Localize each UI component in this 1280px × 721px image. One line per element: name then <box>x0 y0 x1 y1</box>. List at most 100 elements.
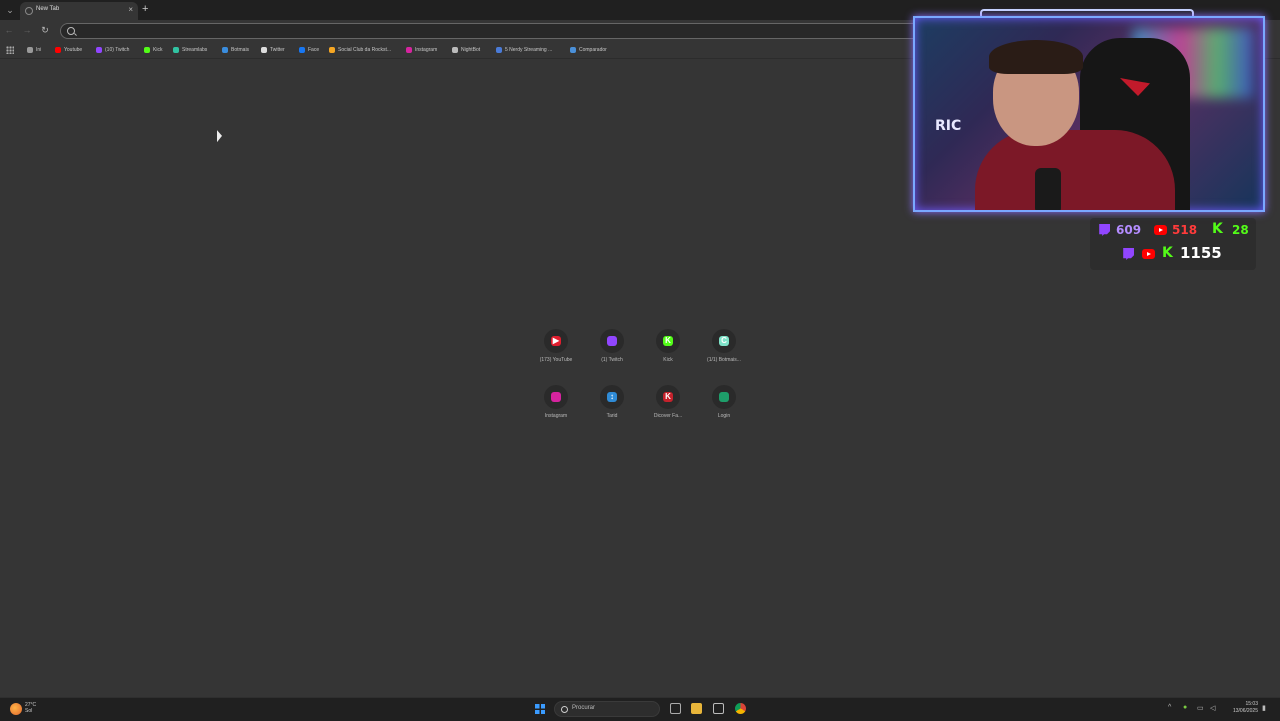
bookmark-item[interactable]: Youtube <box>55 45 82 55</box>
bookmark-label: 5 Nerdy Streaming ... <box>505 47 553 53</box>
stream-viewer-stats: 609 518 K 28 K 1155 <box>1090 218 1256 270</box>
bookmark-label: Social Club da Rockst... <box>338 47 392 53</box>
bookmark-label: Streamlabs <box>182 47 208 53</box>
bookmark-item[interactable]: 5 Nerdy Streaming ... <box>496 45 552 55</box>
shortcut-favicon-icon: C <box>719 336 729 346</box>
youtube-count: 518 <box>1172 223 1198 237</box>
bookmark-label: Botmais <box>231 47 250 53</box>
bookmark-favicon-icon <box>570 47 576 53</box>
shortcut-favicon-icon: ↕ <box>607 392 617 402</box>
bookmark-item[interactable]: Botmais <box>222 45 249 55</box>
close-tab-icon[interactable]: × <box>128 5 133 14</box>
volume-icon[interactable]: ◁ <box>1210 704 1215 712</box>
new-tab-button[interactable]: + <box>142 3 148 15</box>
shortcut-favicon-icon <box>551 392 561 402</box>
bookmark-item[interactable]: Twitter <box>261 45 285 55</box>
shortcut-tile[interactable]: ▶ (173) YouTube <box>528 329 584 379</box>
bookmark-item[interactable]: Social Club da Rockst... <box>329 45 391 55</box>
bookmark-label: (10) Twitch <box>105 47 130 53</box>
shortcut-favicon-icon: K <box>663 392 673 402</box>
kick-count: 28 <box>1232 223 1249 237</box>
bookmark-label: Kick <box>153 47 163 53</box>
shortcut-favicon-icon: ▶ <box>551 336 561 346</box>
shortcut-label: (173) YouTube <box>539 357 573 363</box>
back-icon[interactable]: ← <box>4 25 14 35</box>
shortcut-label: Instagram <box>544 413 568 419</box>
bookmark-item[interactable]: Instagram <box>406 45 437 55</box>
network-icon[interactable]: ▭ <box>1197 704 1204 712</box>
bookmark-label: Ini <box>36 47 42 53</box>
twitch-icon <box>1099 224 1110 236</box>
shortcut-icon-bg: K <box>656 385 680 409</box>
shortcut-tile[interactable]: K Kick <box>640 329 696 379</box>
twitch-total-icon <box>1123 248 1134 260</box>
kick-icon: K <box>1212 221 1223 237</box>
tab-new-tab[interactable]: New Tab × <box>20 2 138 20</box>
windows-start-icon[interactable] <box>535 704 545 714</box>
reload-icon[interactable]: ↻ <box>40 25 50 36</box>
twitch-count: 609 <box>1116 223 1142 237</box>
shortcut-icon-bg: ↕ <box>600 385 624 409</box>
task-view-icon[interactable] <box>670 703 681 714</box>
bookmark-label: NightBot <box>461 47 481 53</box>
bookmark-label: Youtube <box>64 47 83 53</box>
tab-search-icon[interactable]: ⌄ <box>5 5 15 15</box>
address-bar[interactable] <box>60 23 930 39</box>
streamer-body <box>975 130 1175 210</box>
shortcut-label: (1/1) Botmais... <box>707 357 741 363</box>
apps-grid-icon[interactable] <box>6 46 14 54</box>
bookmark-favicon-icon <box>222 47 228 53</box>
webcam-overlay: RIC <box>913 16 1265 212</box>
system-clock[interactable]: 15:03 13/06/2025 <box>1226 701 1258 715</box>
tray-app-icon[interactable]: ● <box>1183 704 1187 711</box>
search-icon <box>67 27 75 35</box>
shortcut-label: (1) Twitch <box>601 357 623 363</box>
bookmark-item[interactable]: NightBot <box>452 45 480 55</box>
taskbar-search-placeholder: Procurar <box>572 705 596 711</box>
shortcut-favicon-icon <box>719 392 729 402</box>
search-icon <box>561 706 568 713</box>
shortcut-tile[interactable]: Login <box>696 385 752 435</box>
new-tab-icon <box>25 7 33 15</box>
shortcut-tile[interactable]: (1) Twitch <box>584 329 640 379</box>
bookmark-favicon-icon <box>96 47 102 53</box>
bookmark-item[interactable]: Ini <box>27 45 41 55</box>
shortcut-tile[interactable]: C (1/1) Botmais... <box>696 329 752 379</box>
bookmark-item[interactable]: (10) Twitch <box>96 45 129 55</box>
microphone <box>1035 168 1061 210</box>
bookmark-favicon-icon <box>55 47 61 53</box>
bookmark-favicon-icon <box>173 47 179 53</box>
clock-date: 13/06/2025 <box>1232 708 1258 714</box>
forward-icon[interactable]: → <box>22 25 32 35</box>
bookmark-favicon-icon <box>261 47 267 53</box>
bookmark-favicon-icon <box>329 47 335 53</box>
shortcut-label: Kick <box>663 357 673 363</box>
file-explorer-icon[interactable] <box>691 703 702 714</box>
shortcut-tile[interactable]: K Dicover Fa... <box>640 385 696 435</box>
weather-icon[interactable] <box>10 703 22 715</box>
shortcut-favicon-icon <box>607 336 617 346</box>
shortcut-tile[interactable]: Instagram <box>528 385 584 435</box>
weather-widget[interactable]: 27°C Sol <box>25 702 36 714</box>
shortcut-tile[interactable]: ↕ Tarid <box>584 385 640 435</box>
bookmark-item[interactable]: Face <box>299 45 319 55</box>
kick-total-icon: K <box>1162 245 1173 261</box>
taskbar-search-box[interactable]: Procurar <box>554 701 660 717</box>
total-viewers: 1155 <box>1180 244 1222 262</box>
tab-title: New Tab <box>36 6 60 12</box>
youtube-total-icon <box>1142 249 1155 259</box>
shortcut-label: Login <box>717 413 731 419</box>
bookmark-item[interactable]: Comparador <box>570 45 607 55</box>
bookmark-label: Instagram <box>415 47 438 53</box>
store-icon[interactable] <box>713 703 724 714</box>
bookmark-item[interactable]: Streamlabs <box>173 45 207 55</box>
shortcut-icon-bg <box>600 329 624 353</box>
tray-chevron-icon[interactable]: ^ <box>1168 704 1171 711</box>
webcam-sign-text: RIC <box>935 118 962 134</box>
bookmark-item[interactable]: Kick <box>144 45 162 55</box>
bookmark-favicon-icon <box>406 47 412 53</box>
chrome-icon[interactable] <box>735 703 746 714</box>
shortcut-icon-bg: K <box>656 329 680 353</box>
notification-icon[interactable]: ▮ <box>1262 704 1266 712</box>
bookmark-favicon-icon <box>452 47 458 53</box>
